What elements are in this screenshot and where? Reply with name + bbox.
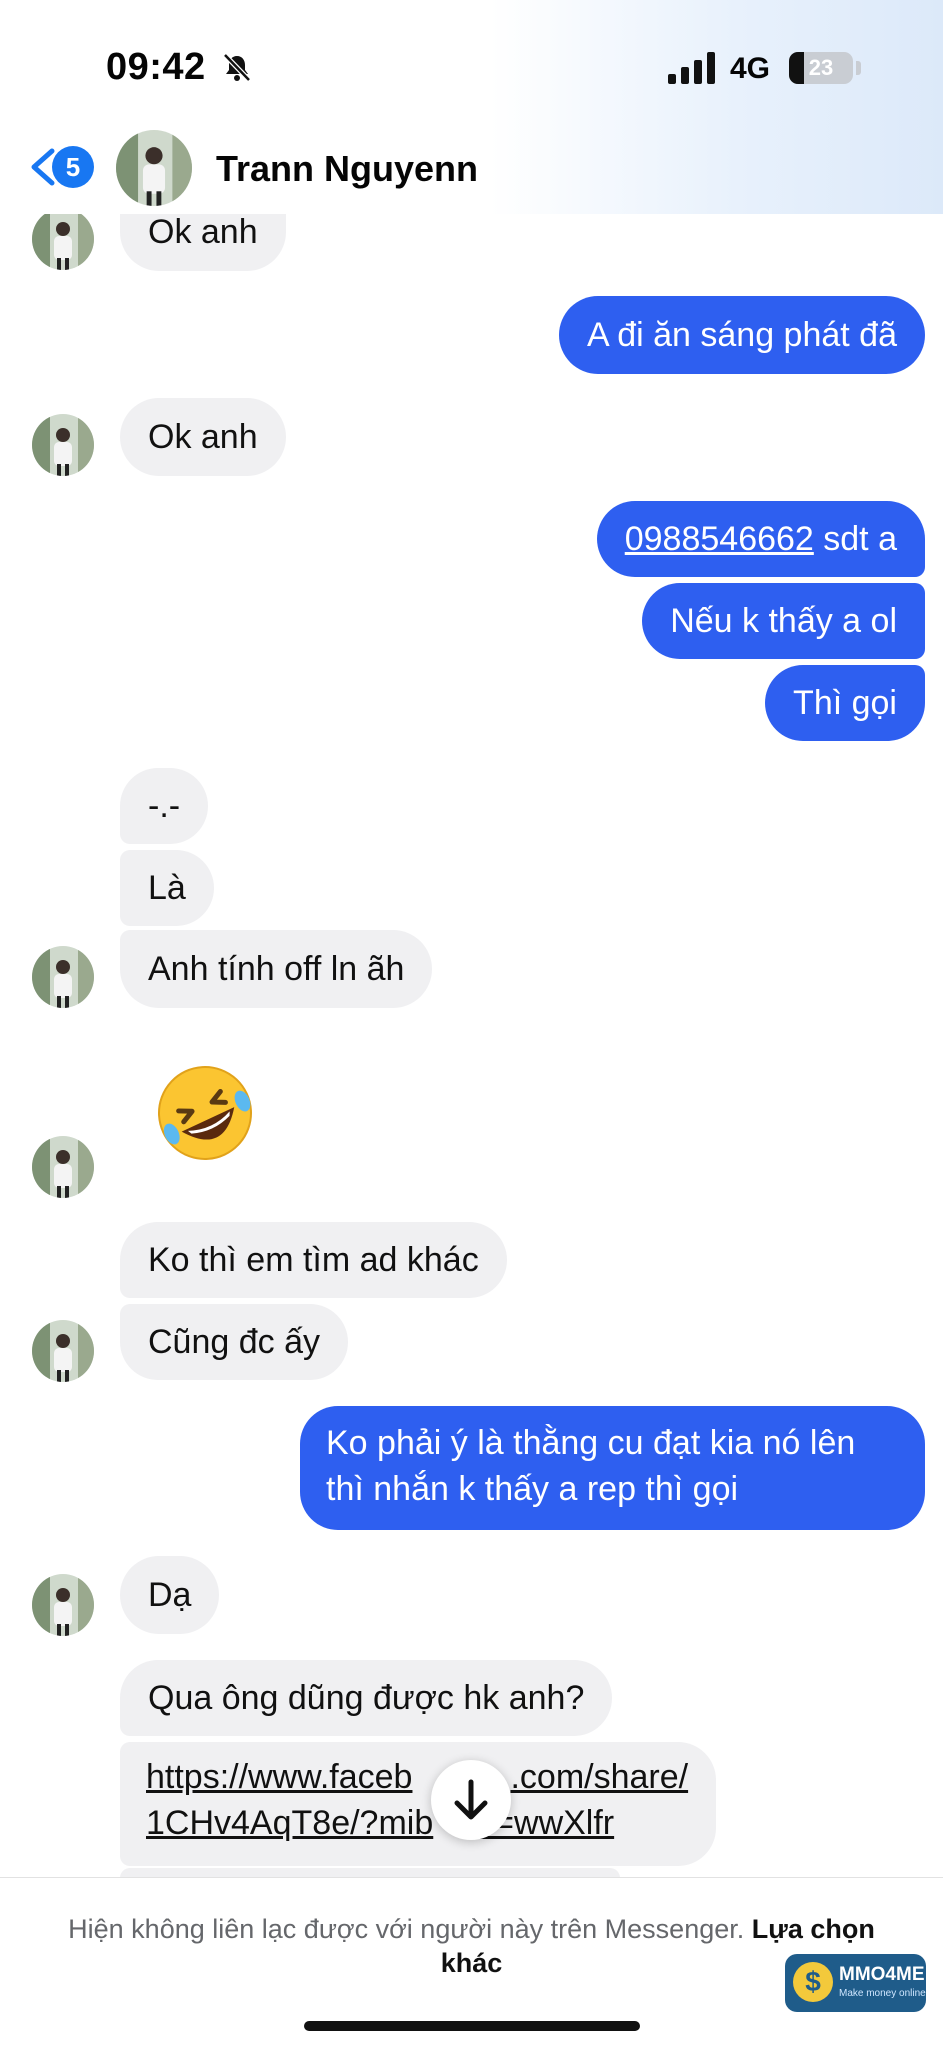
mmo4me-logo: $ MMO4ME Make money online [785, 1954, 926, 2012]
contact-name[interactable]: Trann Nguyenn [216, 148, 478, 190]
sender-avatar [32, 1574, 94, 1636]
message-bubble-outgoing[interactable]: Nếu k thấy a ol [642, 583, 925, 659]
message-bubble-incoming[interactable]: Cũng đc ấy [120, 1304, 348, 1380]
message-bubble-incoming[interactable]: Ko thì em tìm ad khác [120, 1222, 507, 1298]
message-bubble-incoming[interactable]: Anh tính off ln ãh [120, 930, 433, 1008]
link-line-1[interactable]: https://www.faceb .com/share/ [146, 1754, 690, 1800]
sender-avatar [32, 946, 94, 1008]
sender-avatar [32, 414, 94, 476]
message-bubble-incoming[interactable]: Ok anh [120, 398, 286, 476]
arrow-down-icon [454, 1779, 488, 1820]
unavailable-notice: Hiện không liên lạc được với người này t… [60, 1912, 883, 1980]
sender-avatar [32, 208, 94, 270]
logo-name: MMO4ME [839, 1964, 925, 1985]
battery-level: 23 [808, 55, 834, 80]
laughing-emoji-icon[interactable] [152, 1060, 258, 1166]
message-bubble-outgoing[interactable]: A đi ăn sáng phát đã [558, 296, 925, 374]
scroll-down-button[interactable] [431, 1760, 511, 1840]
message-bubble-outgoing[interactable]: 0988546662 sdt a [596, 501, 925, 577]
message-bubble-incoming[interactable]: https://www.faceb .com/share/ 1CHv4AqT8e/… [120, 1742, 716, 1866]
message-bubble-incoming[interactable]: Là [120, 850, 214, 926]
message-bubble-outgoing[interactable]: Ko phải ý là thằng cu đạt kia nó lên thì… [300, 1406, 925, 1530]
unread-count-badge[interactable]: 5 [52, 146, 94, 188]
network-type: 4G [730, 52, 771, 85]
contact-avatar[interactable] [116, 130, 192, 206]
battery-icon: 23 [789, 52, 853, 84]
phone-link[interactable]: 0988546662 [625, 520, 814, 558]
message-text: sdt a [813, 520, 897, 558]
notice-text: Hiện không liên lạc được với người này t… [68, 1914, 745, 1944]
dollar-coin-icon: $ [793, 1962, 833, 2002]
bell-muted-icon [223, 53, 251, 82]
message-bubble-incoming[interactable]: Qua ông dũng được hk anh? [120, 1660, 613, 1736]
message-bubble-incoming[interactable]: -.- [120, 768, 209, 844]
sender-avatar [32, 1136, 94, 1198]
message-bubble-incoming[interactable]: Dạ [120, 1556, 220, 1634]
chat-header: 09:42 4G 23 5 Trann Nguyenn [0, 0, 943, 214]
home-indicator[interactable] [304, 2021, 640, 2031]
message-bubble-outgoing[interactable]: Thì gọi [765, 665, 925, 741]
link-line-2[interactable]: 1CHv4AqT8e/?mib d=wwXlfr [146, 1800, 690, 1846]
logo-tagline: Make money online [839, 1988, 926, 1999]
status-time: 09:42 [106, 46, 206, 88]
footer-bar: Hiện không liên lạc được với người này t… [0, 1877, 943, 2049]
sender-avatar [32, 1320, 94, 1382]
battery-tip [856, 61, 861, 75]
signal-icon [668, 52, 715, 84]
